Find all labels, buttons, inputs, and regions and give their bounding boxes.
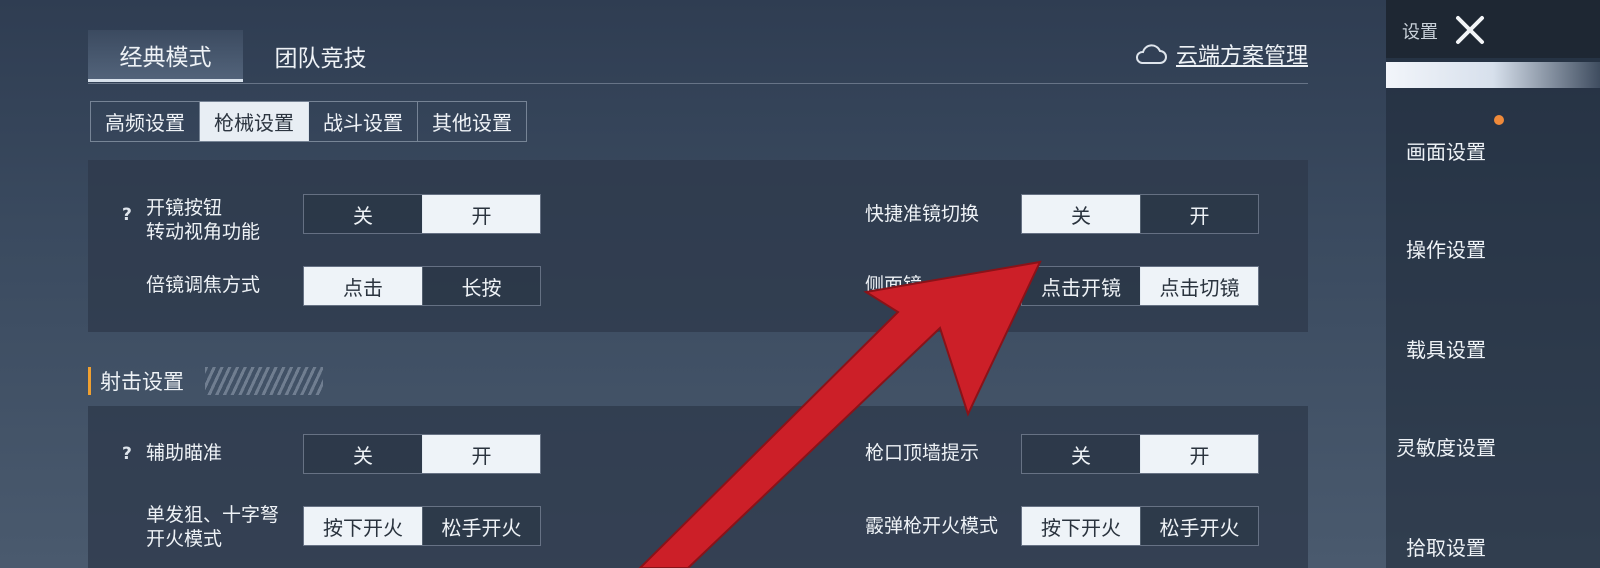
zoom-focus-hold[interactable]: 长按 <box>422 267 540 305</box>
tab-firearm[interactable]: 枪械设置 <box>200 102 309 141</box>
tab-classic-mode[interactable]: 经典模式 <box>88 30 243 82</box>
cloud-scheme-link[interactable]: 云端方案管理 <box>1134 38 1308 70</box>
shotgun-release-fire[interactable]: 松手开火 <box>1140 507 1258 545</box>
sidebar-item-controls[interactable]: 操作设置 <box>1386 234 1600 263</box>
sub-tabs: 高频设置 枪械设置 战斗设置 其他设置 <box>90 101 527 142</box>
zoom-focus-click[interactable]: 点击 <box>304 267 422 305</box>
shotgun-fire-label: 霰弹枪开火模式 <box>865 515 999 537</box>
muzzle-wall-label: 枪口顶墙提示 <box>865 442 980 464</box>
tabs-divider <box>88 83 1308 84</box>
side-scope-click-switch[interactable]: 点击切镜 <box>1140 267 1258 305</box>
single-shot-label-line2: 开火模式 <box>146 528 223 550</box>
side-scope-toggle: 点击开镜 点击切镜 <box>1021 266 1259 306</box>
single-shot-release-fire[interactable]: 松手开火 <box>422 507 540 545</box>
shotgun-press-fire[interactable]: 按下开火 <box>1022 507 1140 545</box>
quick-scope-label: 快捷准镜切换 <box>865 203 980 225</box>
help-icon[interactable]: ? <box>122 444 132 464</box>
side-scope-label: 侧面镜 <box>865 274 923 296</box>
quick-scope-off[interactable]: 关 <box>1022 195 1140 233</box>
tab-other[interactable]: 其他设置 <box>418 102 526 141</box>
close-icon[interactable] <box>1450 10 1490 50</box>
single-shot-label: 单发狙、十字弩 开火模式 <box>146 503 279 551</box>
settings-main: 经典模式 团队竞技 云端方案管理 高频设置 枪械设置 战斗设置 其他设置 ? 开… <box>0 0 1386 568</box>
single-shot-fire-toggle: 按下开火 松手开火 <box>303 506 541 546</box>
shooting-settings-panel: ? 辅助瞄准 关 开 枪口顶墙提示 关 开 单发狙、十字弩 开火模式 按下开火 … <box>88 406 1308 568</box>
aim-assist-on[interactable]: 开 <box>422 435 540 473</box>
zoom-focus-toggle: 点击 长按 <box>303 266 541 306</box>
aim-assist-label: 辅助瞄准 <box>146 442 223 464</box>
help-icon[interactable]: ? <box>122 205 132 225</box>
scope-button-on[interactable]: 开 <box>422 195 540 233</box>
scope-button-toggle: 关 开 <box>303 194 541 234</box>
quick-scope-on[interactable]: 开 <box>1140 195 1258 233</box>
muzzle-wall-on[interactable]: 开 <box>1140 435 1258 473</box>
single-shot-label-line1: 单发狙、十字弩 <box>146 504 280 526</box>
mode-tabs: 经典模式 团队竞技 <box>88 30 398 84</box>
sidebar-item-display[interactable]: 画面设置 <box>1386 136 1600 165</box>
section-title: 射击设置 <box>100 370 184 394</box>
section-accent-bar <box>88 367 91 395</box>
sidebar-item-sensitivity[interactable]: 灵敏度设置 <box>1386 432 1600 461</box>
cloud-icon <box>1135 44 1167 64</box>
shooting-section-header: 射击设置 <box>88 366 184 396</box>
sidebar-title: 设置 <box>1402 22 1438 43</box>
quick-scope-toggle: 关 开 <box>1021 194 1259 234</box>
settings-sidebar: 设置 画面设置 操作设置 载具设置 灵敏度设置 拾取设置 <box>1386 0 1600 568</box>
sidebar-item-pickup[interactable]: 拾取设置 <box>1386 532 1600 561</box>
single-shot-press-fire[interactable]: 按下开火 <box>304 507 422 545</box>
scope-button-label-line2: 转动视角功能 <box>146 221 261 243</box>
sidebar-item-vehicle[interactable]: 载具设置 <box>1386 334 1600 363</box>
shotgun-fire-toggle: 按下开火 松手开火 <box>1021 506 1259 546</box>
muzzle-wall-toggle: 关 开 <box>1021 434 1259 474</box>
cloud-scheme-label: 云端方案管理 <box>1175 44 1308 69</box>
scope-button-label-line1: 开镜按钮 <box>146 197 223 219</box>
aim-assist-off[interactable]: 关 <box>304 435 422 473</box>
zoom-focus-label: 倍镜调焦方式 <box>146 274 261 296</box>
scope-button-label: 开镜按钮 转动视角功能 <box>146 196 260 244</box>
tab-high-frequency[interactable]: 高频设置 <box>91 102 200 141</box>
sidebar-active-highlight <box>1386 62 1600 88</box>
tab-combat[interactable]: 战斗设置 <box>309 102 418 141</box>
section-hatch-decoration <box>205 367 323 395</box>
scope-button-off[interactable]: 关 <box>304 195 422 233</box>
notification-dot <box>1494 115 1504 125</box>
muzzle-wall-off[interactable]: 关 <box>1022 435 1140 473</box>
aim-assist-toggle: 关 开 <box>303 434 541 474</box>
tab-team-deathmatch[interactable]: 团队竞技 <box>243 30 398 82</box>
side-scope-click-open[interactable]: 点击开镜 <box>1022 267 1140 305</box>
scope-settings-panel: ? 开镜按钮 转动视角功能 关 开 快捷准镜切换 关 开 倍镜调焦方式 点击 长… <box>88 160 1308 332</box>
